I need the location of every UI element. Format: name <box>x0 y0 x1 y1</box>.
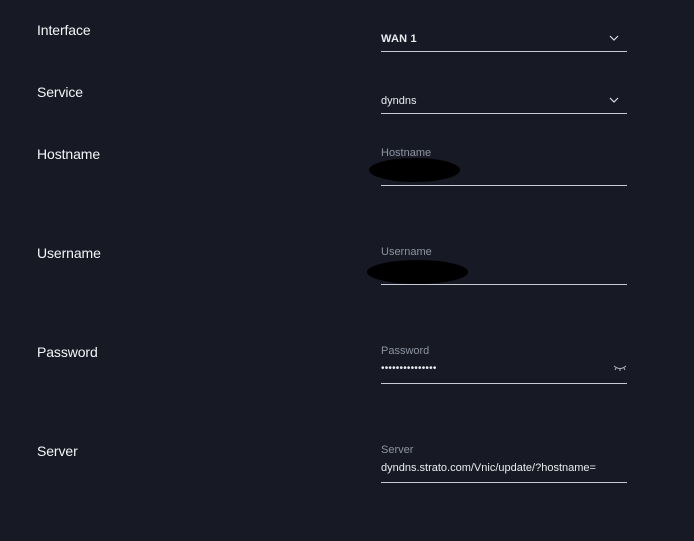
hostname-field[interactable]: Hostname <box>369 147 627 186</box>
service-label: Service <box>37 84 83 100</box>
interface-selected-value: WAN 1 <box>381 33 417 45</box>
server-value: dyndns.strato.com/Vnic/update/?hostname= <box>381 462 596 474</box>
chevron-down-icon <box>609 97 619 103</box>
hostname-redaction <box>369 158 460 182</box>
password-field[interactable]: Password ••••••••••••••• <box>381 345 627 384</box>
eye-closed-icon[interactable] <box>613 364 627 372</box>
username-field[interactable]: Username <box>367 246 627 285</box>
chevron-down-icon <box>609 35 619 41</box>
interface-label: Interface <box>37 22 91 38</box>
service-selected-value: dyndns <box>381 95 417 107</box>
username-placeholder: Username <box>381 246 432 258</box>
hostname-label: Hostname <box>37 146 101 162</box>
server-label: Server <box>37 443 78 459</box>
password-label: Password <box>37 344 98 360</box>
password-masked-value: ••••••••••••••• <box>381 363 437 374</box>
username-redaction <box>367 260 468 284</box>
interface-select[interactable]: WAN 1 <box>381 29 627 52</box>
password-placeholder: Password <box>381 345 430 357</box>
server-placeholder: Server <box>381 444 414 456</box>
service-select[interactable]: dyndns <box>381 91 627 114</box>
server-field[interactable]: Server dyndns.strato.com/Vnic/update/?ho… <box>381 444 627 483</box>
username-label: Username <box>37 245 101 261</box>
